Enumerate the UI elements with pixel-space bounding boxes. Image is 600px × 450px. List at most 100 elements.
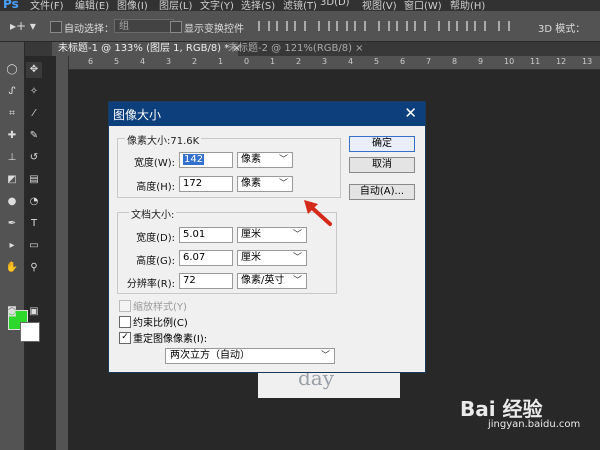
3d-mode-label: 3D 模式： bbox=[538, 24, 586, 35]
chevron-down-icon: ﹀ bbox=[292, 276, 302, 286]
menu-select[interactable]: 选择(S) bbox=[241, 0, 275, 11]
menu-type[interactable]: 文字(Y) bbox=[200, 0, 234, 11]
tool-preset-picker[interactable]: ▸+ ▾ bbox=[10, 19, 36, 33]
move-tool-icon[interactable]: ✥ bbox=[26, 62, 42, 78]
baidu-watermark-url: jingyan.baidu.com bbox=[488, 419, 581, 430]
gradient-tool-icon[interactable]: ▤ bbox=[26, 172, 42, 188]
show-transform-checkbox[interactable] bbox=[170, 21, 182, 33]
menu-window[interactable]: 窗口(W) bbox=[404, 0, 442, 11]
resample-checkbox[interactable]: ✓ bbox=[119, 332, 131, 344]
photoshop-logo: Ps bbox=[3, 0, 19, 11]
distribute-center-icon[interactable] bbox=[456, 21, 468, 31]
marquee-tool-icon[interactable]: ◯ bbox=[4, 62, 20, 78]
auto-select-dropdown[interactable]: 组 bbox=[114, 19, 174, 33]
align-bottom-icon[interactable] bbox=[294, 21, 306, 31]
align-top-icon[interactable] bbox=[258, 21, 270, 31]
distribute-left-icon[interactable] bbox=[438, 21, 450, 31]
ruler-number: 0 bbox=[244, 57, 250, 66]
resample-method-select[interactable]: 两次立方（自动） ﹀ bbox=[165, 348, 335, 364]
distribute-right-icon[interactable] bbox=[474, 21, 486, 31]
close-icon[interactable]: ✕ bbox=[404, 104, 417, 122]
ruler-number: 8 bbox=[452, 57, 458, 66]
healing-brush-icon[interactable]: ✚ bbox=[4, 128, 20, 144]
tab-untitled-2[interactable]: 未标题-2 @ 121%(RGB/8) × bbox=[222, 42, 392, 56]
menu-view[interactable]: 视图(V) bbox=[362, 0, 397, 11]
type-tool-icon[interactable]: T bbox=[26, 216, 42, 232]
chevron-down-icon: ﹀ bbox=[278, 179, 288, 189]
ruler-number: 6 bbox=[88, 57, 94, 66]
path-select-icon[interactable]: ▸ bbox=[4, 238, 20, 254]
resolution-input[interactable]: 72 bbox=[179, 273, 233, 289]
document-size-title: 文档大小: bbox=[129, 206, 177, 221]
width-label: 宽度(W): bbox=[133, 158, 175, 169]
ruler-number: 13 bbox=[582, 57, 593, 66]
ruler-number: 10 bbox=[504, 57, 515, 66]
zoom-tool-icon[interactable]: ⚲ bbox=[26, 260, 42, 276]
distribute-top-icon[interactable] bbox=[378, 21, 390, 31]
resolution-label: 分辨率(R): bbox=[126, 279, 175, 290]
height-unit-select[interactable]: 像素 ﹀ bbox=[237, 176, 293, 192]
ruler-number: 1 bbox=[218, 57, 224, 66]
doc-height-input[interactable]: 6.07 bbox=[179, 250, 233, 266]
tab-untitled-1[interactable]: 未标题-1 @ 133% (图层 1, RGB/8) * × bbox=[52, 42, 241, 56]
shape-tool-icon[interactable]: ▭ bbox=[26, 238, 42, 254]
horizontal-ruler: 6 5 4 3 2 1 0 1 2 3 4 5 6 7 8 9 10 11 12 13 bbox=[68, 56, 600, 70]
menu-help[interactable]: 帮助(H) bbox=[450, 0, 485, 11]
align-center-icon[interactable] bbox=[336, 21, 348, 31]
auto-align-icon[interactable] bbox=[498, 21, 510, 31]
ruler-number: 12 bbox=[556, 57, 567, 66]
background-color-swatch[interactable] bbox=[20, 322, 40, 342]
dodge-tool-icon[interactable]: ◔ bbox=[26, 194, 42, 210]
menu-filter[interactable]: 滤镜(T) bbox=[283, 0, 317, 11]
cancel-button[interactable]: 取消 bbox=[349, 157, 415, 173]
menu-3d[interactable]: 3D(D) bbox=[320, 0, 350, 8]
quick-mask-icon[interactable]: ◙ bbox=[4, 304, 20, 320]
distribute-middle-icon[interactable] bbox=[396, 21, 408, 31]
height-label: 高度(H): bbox=[136, 182, 175, 193]
history-brush-icon[interactable]: ↺ bbox=[26, 150, 42, 166]
options-bar: ▸+ ▾ 自动选择： 组 显示变换控件 3D 模式： bbox=[0, 11, 600, 42]
doc-width-unit-select[interactable]: 厘米 ﹀ bbox=[237, 227, 307, 243]
brush-tool-icon[interactable]: ✎ bbox=[26, 128, 42, 144]
ok-button[interactable]: 确定 bbox=[349, 136, 415, 152]
resolution-unit-select[interactable]: 像素/英寸 ﹀ bbox=[237, 273, 307, 289]
align-right-icon[interactable] bbox=[354, 21, 366, 31]
magic-wand-icon[interactable]: ✧ bbox=[26, 84, 42, 100]
doc-height-unit-select[interactable]: 厘米 ﹀ bbox=[237, 250, 307, 266]
height-input[interactable]: 172 bbox=[179, 176, 233, 192]
align-left-icon[interactable] bbox=[318, 21, 330, 31]
eraser-tool-icon[interactable]: ◩ bbox=[4, 172, 20, 188]
ruler-number: 5 bbox=[114, 57, 120, 66]
chevron-down-icon: ﹀ bbox=[292, 253, 302, 263]
document-tabs: 未标题-1 @ 133% (图层 1, RGB/8) * × 未标题-2 @ 1… bbox=[24, 42, 600, 56]
show-transform-label: 显示变换控件 bbox=[184, 24, 244, 35]
menu-file[interactable]: 文件(F) bbox=[30, 0, 64, 11]
constrain-proportions-checkbox[interactable] bbox=[119, 316, 131, 328]
resample-label: 重定图像像素(I): bbox=[133, 334, 208, 345]
doc-width-input[interactable]: 5.01 bbox=[179, 227, 233, 243]
lasso-tool-icon[interactable]: ᔑ bbox=[4, 84, 20, 100]
width-input[interactable]: 142 bbox=[179, 152, 233, 168]
doc-width-label: 宽度(D): bbox=[136, 233, 175, 244]
menu-layer[interactable]: 图层(L) bbox=[159, 0, 192, 11]
hand-tool-icon[interactable]: ✋ bbox=[4, 260, 20, 276]
width-unit-select[interactable]: 像素 ﹀ bbox=[237, 152, 293, 168]
auto-select-checkbox[interactable] bbox=[50, 21, 62, 33]
menu-edit[interactable]: 编辑(E) bbox=[75, 0, 109, 11]
scale-styles-checkbox[interactable] bbox=[119, 300, 131, 312]
dialog-title-bar[interactable]: 图像大小 ✕ bbox=[109, 102, 425, 126]
distribute-bottom-icon[interactable] bbox=[414, 21, 426, 31]
align-middle-icon[interactable] bbox=[276, 21, 288, 31]
pen-tool-icon[interactable]: ✒ bbox=[4, 216, 20, 232]
menu-image[interactable]: 图像(I) bbox=[117, 0, 148, 11]
stamp-tool-icon[interactable]: ⊥ bbox=[4, 150, 20, 166]
screen-mode-icon[interactable]: ▣ bbox=[26, 304, 42, 320]
auto-button[interactable]: 自动(A)... bbox=[349, 184, 415, 200]
crop-tool-icon[interactable]: ⌗ bbox=[4, 106, 20, 122]
blur-tool-icon[interactable]: ● bbox=[4, 194, 20, 210]
menu-bar: Ps 文件(F) 编辑(E) 图像(I) 图层(L) 文字(Y) 选择(S) 滤… bbox=[0, 0, 600, 11]
ruler-number: 6 bbox=[400, 57, 406, 66]
eyedropper-icon[interactable]: ⁄ bbox=[26, 106, 42, 122]
ruler-number: 3 bbox=[322, 57, 328, 66]
scale-styles-label: 缩放样式(Y) bbox=[133, 302, 187, 313]
